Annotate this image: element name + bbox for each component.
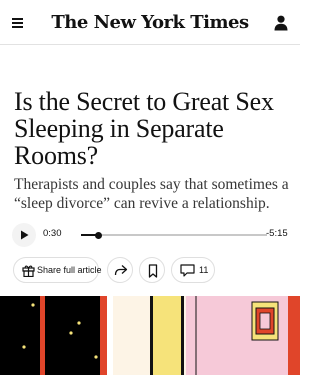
masthead: The New York Times: [0, 0, 300, 45]
play-icon: [21, 230, 29, 240]
share-arrow-icon: [114, 265, 128, 276]
share-full-article-button[interactable]: Share full article: [13, 257, 102, 283]
gift-icon: [22, 265, 35, 277]
article-headline: Is the Secret to Great Sex Sleeping in S…: [14, 87, 274, 170]
article-illustration: [0, 296, 300, 375]
audio-progress-track[interactable]: [81, 231, 267, 239]
save-article-button[interactable]: [139, 257, 165, 283]
audio-remaining-time: -5:15: [266, 228, 288, 239]
audio-scrubber-handle[interactable]: [95, 231, 102, 239]
article-action-bar: Share full article 11: [0, 257, 300, 283]
comment-count: 11: [199, 265, 209, 275]
play-button[interactable]: [12, 223, 36, 247]
comment-bubble-icon: [180, 264, 195, 277]
article-summary: Therapists and couples say that sometime…: [14, 176, 289, 212]
bookmark-icon: [148, 264, 158, 278]
comments-button[interactable]: 11: [171, 257, 215, 283]
nyt-logo[interactable]: The New York Times: [0, 12, 300, 33]
audio-player: 0:30 -5:15: [12, 223, 292, 247]
user-account-icon[interactable]: [274, 15, 288, 31]
audio-current-time: 0:30: [43, 228, 62, 239]
share-button[interactable]: [107, 257, 133, 283]
share-button-label: Share full article: [37, 265, 102, 275]
